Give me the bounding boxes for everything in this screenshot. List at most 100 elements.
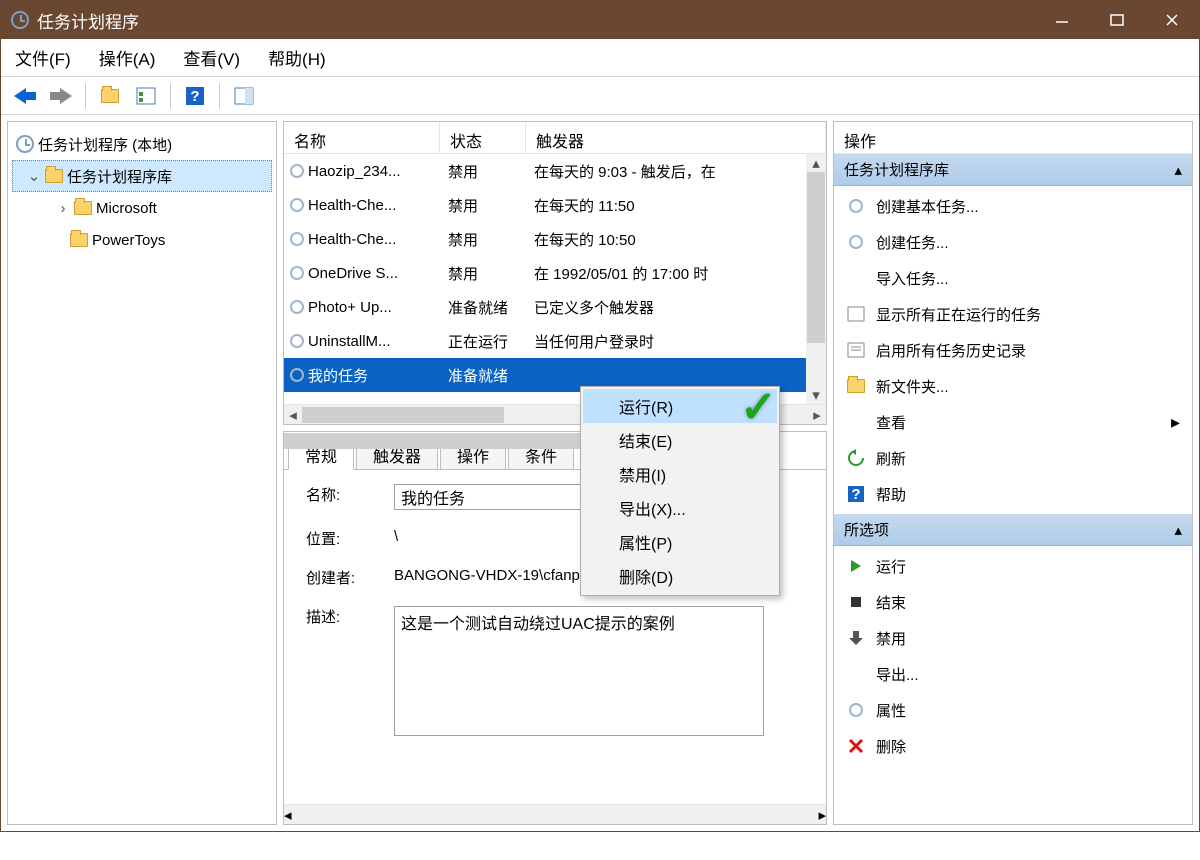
table-row[interactable]: Health-Che...禁用在每天的 11:50 (284, 188, 826, 222)
folder-icon (74, 201, 92, 215)
detail-scrollbar[interactable]: ◂▸ (284, 804, 826, 824)
action-create[interactable]: 创建任务... (840, 224, 1186, 260)
lbl-location: 位置: (306, 528, 394, 549)
section-library-label: 任务计划程序库 (844, 159, 949, 180)
collapse-icon[interactable]: ▴ (1174, 521, 1182, 539)
library-actions: 创建基本任务... 创建任务... 导入任务... 显示所有正在运行的任务 启用… (834, 186, 1192, 514)
menubar: 文件(F) 操作(A) 查看(V) 帮助(H) (1, 39, 1199, 77)
titlebar: 任务计划程序 (1, 1, 1199, 39)
svg-text:?: ? (851, 486, 860, 503)
action-pane-button[interactable] (228, 81, 260, 111)
actions-pane: 操作 任务计划程序库 ▴ 创建基本任务... 创建任务... 导入任务... 显… (833, 121, 1193, 825)
table-row[interactable]: Photo+ Up...准备就绪已定义多个触发器 (284, 290, 826, 324)
action-help[interactable]: ?帮助 (840, 476, 1186, 512)
task-list-header: 名称 状态 触发器 (284, 122, 826, 154)
tree-library[interactable]: ⌄ 任务计划程序库 (12, 160, 272, 192)
scroll-right-icon[interactable]: ▸ (808, 406, 826, 424)
menu-view[interactable]: 查看(V) (183, 45, 240, 70)
collapse-icon[interactable]: ▴ (1174, 161, 1182, 179)
action-new-folder[interactable]: 新文件夹... (840, 368, 1186, 404)
task-icon (290, 164, 304, 178)
task-list-body: Haozip_234...禁用在每天的 9:03 - 触发后，在Health-C… (284, 154, 826, 404)
tree-powertoys[interactable]: PowerToys (12, 224, 272, 256)
tree-root[interactable]: 任务计划程序 (本地) (12, 128, 272, 160)
scroll-up-icon[interactable]: ▴ (806, 154, 826, 172)
help-button[interactable]: ? (179, 81, 211, 111)
field-desc[interactable] (394, 606, 764, 736)
tree-library-label: 任务计划程序库 (67, 166, 172, 187)
task-icon (849, 199, 863, 213)
task-icon (290, 266, 304, 280)
action-delete[interactable]: 删除 (840, 728, 1186, 764)
task-icon (290, 198, 304, 212)
tree-powertoys-label: PowerToys (92, 232, 165, 249)
action-refresh[interactable]: 刷新 (840, 440, 1186, 476)
actions-header: 操作 (834, 122, 1192, 154)
toolbar: ? (1, 77, 1199, 115)
folder-icon (45, 169, 63, 183)
collapse-icon[interactable]: ⌄ (27, 167, 41, 185)
table-row[interactable]: OneDrive S...禁用在 1992/05/01 的 17:00 时 (284, 256, 826, 290)
maximize-button[interactable] (1089, 1, 1144, 39)
window-title: 任务计划程序 (37, 8, 139, 33)
task-list: 名称 状态 触发器 Haozip_234...禁用在每天的 9:03 - 触发后… (283, 121, 827, 425)
col-name[interactable]: 名称 (284, 122, 440, 153)
action-run[interactable]: 运行 (840, 548, 1186, 584)
col-trigger[interactable]: 触发器 (526, 122, 826, 153)
action-export[interactable]: 导出... (840, 656, 1186, 692)
context-disable[interactable]: 禁用(I) (583, 457, 777, 491)
app-icon (11, 11, 29, 29)
context-delete[interactable]: 删除(D) (583, 559, 777, 593)
up-level-button[interactable] (94, 81, 126, 111)
play-icon (846, 559, 866, 573)
menu-file[interactable]: 文件(F) (15, 45, 71, 70)
section-library[interactable]: 任务计划程序库 ▴ (834, 154, 1192, 186)
table-row[interactable]: Health-Che...禁用在每天的 10:50 (284, 222, 826, 256)
table-row[interactable]: Haozip_234...禁用在每天的 9:03 - 触发后，在 (284, 154, 826, 188)
task-icon (849, 703, 863, 717)
help-icon: ? (846, 485, 866, 503)
delete-icon (846, 738, 866, 754)
task-icon (849, 235, 863, 249)
menu-help[interactable]: 帮助(H) (268, 45, 326, 70)
action-import[interactable]: 导入任务... (840, 260, 1186, 296)
tree-microsoft[interactable]: › Microsoft (12, 192, 272, 224)
checkmark-icon: ✓ (740, 382, 777, 433)
action-view[interactable]: 查看▸ (840, 404, 1186, 440)
scroll-down-icon[interactable]: ▾ (806, 386, 826, 404)
action-enable-history[interactable]: 启用所有任务历史记录 (840, 332, 1186, 368)
main-window: 任务计划程序 文件(F) 操作(A) 查看(V) 帮助(H) ? 任务计划程序 … (0, 0, 1200, 832)
col-state[interactable]: 状态 (440, 122, 526, 153)
task-icon (290, 368, 304, 382)
chevron-right-icon: ▸ (1171, 412, 1180, 433)
menu-action[interactable]: 操作(A) (99, 45, 156, 70)
section-selected[interactable]: 所选项 ▴ (834, 514, 1192, 546)
lbl-creator: 创建者: (306, 567, 394, 588)
action-show-running[interactable]: 显示所有正在运行的任务 (840, 296, 1186, 332)
minimize-button[interactable] (1034, 1, 1089, 39)
action-end[interactable]: 结束 (840, 584, 1186, 620)
action-props[interactable]: 属性 (840, 692, 1186, 728)
table-row[interactable]: UninstallM...正在运行当任何用户登录时 (284, 324, 826, 358)
action-disable[interactable]: 禁用 (840, 620, 1186, 656)
properties-button[interactable] (130, 81, 162, 111)
scroll-left-icon[interactable]: ◂ (284, 406, 302, 424)
vertical-scrollbar[interactable]: ▴ ▾ (806, 154, 826, 404)
expand-icon[interactable]: › (56, 200, 70, 217)
selected-actions: 运行 结束 禁用 导出... 属性 删除 (834, 546, 1192, 766)
section-selected-label: 所选项 (844, 519, 889, 540)
nav-forward-button[interactable] (45, 81, 77, 111)
down-arrow-icon (846, 630, 866, 646)
stop-icon (846, 595, 866, 609)
close-button[interactable] (1144, 1, 1199, 39)
task-icon (290, 232, 304, 246)
folder-icon (847, 379, 865, 393)
context-export[interactable]: 导出(X)... (583, 491, 777, 525)
refresh-icon (846, 449, 866, 467)
context-props[interactable]: 属性(P) (583, 525, 777, 559)
tree-root-label: 任务计划程序 (本地) (38, 134, 172, 155)
action-create-basic[interactable]: 创建基本任务... (840, 188, 1186, 224)
nav-back-button[interactable] (9, 81, 41, 111)
lbl-desc: 描述: (306, 606, 394, 627)
nav-tree[interactable]: 任务计划程序 (本地) ⌄ 任务计划程序库 › Microsoft PowerT… (7, 121, 277, 825)
